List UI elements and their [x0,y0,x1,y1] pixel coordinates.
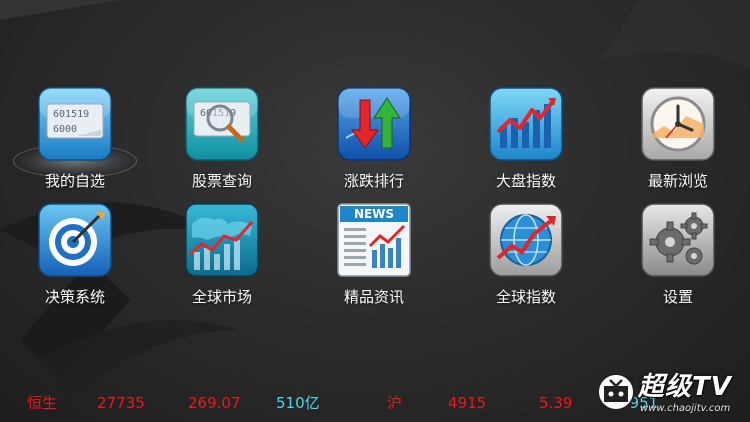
tile-market-index[interactable]: 大盘指数 [451,86,601,196]
tile-label: 涨跌排行 [343,172,404,190]
ticker-hs-change: 269.07 [188,394,241,412]
tile-label: 全球市场 [191,288,252,306]
news-icon: NEWS [336,202,412,278]
watermark-title: 超级TV [638,372,732,402]
tile-label: 决策系统 [44,288,105,306]
tile-label: 股票查询 [191,172,252,190]
tile-label: 设置 [662,288,693,306]
tile-label: 精品资讯 [343,288,404,306]
tile-global-market[interactable]: 全球市场 [147,202,297,312]
svg-text:601519: 601519 [53,109,89,120]
tile-label: 最新浏览 [647,172,708,190]
recent-browse-clock-icon [640,86,716,162]
app-grid: 601519 6000 我的自选 60 [0,0,750,330]
chaojitv-watermark: 超级TV www.chaojitv.com [596,370,746,418]
tile-global-index[interactable]: 全球指数 [451,202,601,312]
svg-text:NEWS: NEWS [354,207,394,221]
ticker-sh-name: 沪 [387,394,403,412]
tile-settings[interactable]: 设置 [603,202,750,312]
ticker-sh-value: 4915 [448,394,487,412]
world-map-chart-icon [184,202,260,278]
stock-app-home-screen: 601519 6000 我的自选 60 [0,0,750,422]
market-index-icon [488,86,564,162]
ticker-hs-value: 27735 [97,394,145,412]
watchlist-icon: 601519 6000 [37,86,113,162]
ticker-hs-name: 恒生 [27,394,58,412]
tile-up-down-ranking[interactable]: 涨跌排行 [299,86,449,196]
ticker-hs-volume: 510亿 [276,394,320,412]
globe-chart-icon [488,202,564,278]
tile-label: 全球指数 [495,288,556,306]
tile-stock-search[interactable]: 601519 股票查询 [147,86,297,196]
up-down-ranking-icon [336,86,412,162]
gears-icon [640,202,716,278]
tile-premium-news[interactable]: NEWS 精品资讯 [299,202,449,312]
tile-my-watchlist[interactable]: 601519 6000 我的自选 [0,86,150,196]
svg-text:6000: 6000 [53,124,77,135]
tile-decision-system[interactable]: 决策系统 [0,202,150,312]
tile-label: 我的自选 [44,172,105,190]
ticker-sh-change: 5.39 [539,394,573,412]
watermark-url: www.chaojitv.com [640,403,731,414]
tile-recent-browse[interactable]: 最新浏览 [603,86,750,196]
stock-search-icon: 601519 [184,86,260,162]
target-icon [37,202,113,278]
tv-logo-icon [597,373,635,411]
tile-label: 大盘指数 [495,172,556,190]
